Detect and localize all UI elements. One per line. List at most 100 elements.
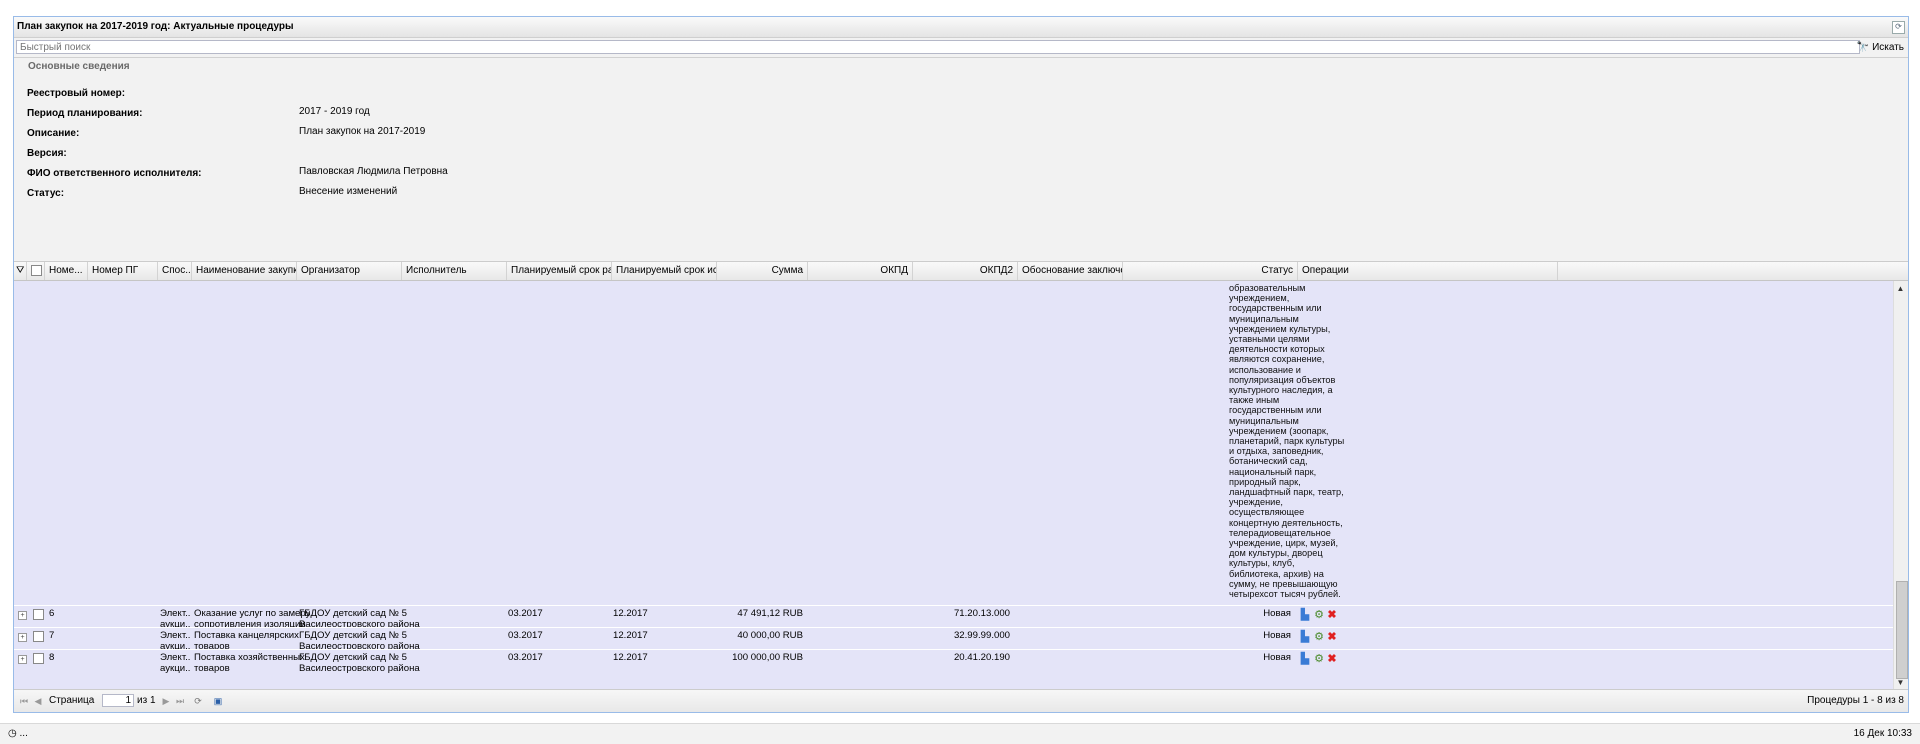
cell-status: Новая xyxy=(1263,653,1291,663)
search-input[interactable] xyxy=(16,40,1860,54)
cell-org-line1: ГБДОУ детский сад № 5 xyxy=(299,653,407,663)
expand-row-icon[interactable]: + xyxy=(18,611,27,620)
main-info-fieldset: Основные сведения Реестровый номер: Пери… xyxy=(14,57,1908,252)
delete-icon[interactable]: ✖ xyxy=(1326,609,1338,621)
col-header-reason[interactable]: Обоснование заключения xyxy=(1018,262,1123,280)
last-page-icon[interactable]: ⏭ xyxy=(174,695,186,707)
col-header-ops[interactable]: Операции xyxy=(1298,262,1558,280)
page-number-input[interactable]: 1 xyxy=(102,694,134,707)
field-label: ФИО ответственного исполнителя: xyxy=(27,168,202,179)
reason-line: являются сохранение, xyxy=(1229,354,1325,365)
reason-line: учреждение, цирк, музей, xyxy=(1229,538,1339,549)
col-header-status[interactable]: Статус xyxy=(1123,262,1298,280)
expanded-reason-text: образовательным учреждением, государстве… xyxy=(1229,283,1361,599)
pager-summary: Процедуры 1 - 8 из 8 xyxy=(1807,695,1904,706)
col-header-pg[interactable]: Номер ПГ xyxy=(88,262,158,280)
settings-icon[interactable]: ⚙ xyxy=(1313,653,1325,665)
cell-term2: 12.2017 xyxy=(613,631,648,641)
col-header-method[interactable]: Спос... xyxy=(158,262,192,280)
cell-okpd2: 20.41.20.190 xyxy=(953,653,1010,663)
refresh-page-icon[interactable]: ⟳ xyxy=(192,695,204,707)
expand-row-icon[interactable]: + xyxy=(18,633,27,642)
reason-line: популяризация объектов xyxy=(1229,374,1336,385)
reason-line: культуры, клуб, xyxy=(1229,558,1295,569)
col-header-okpd2[interactable]: ОКПД2 xyxy=(913,262,1018,280)
first-page-icon[interactable]: ⏮ xyxy=(18,695,30,707)
settings-icon[interactable]: ⚙ xyxy=(1313,631,1325,643)
scroll-thumb[interactable] xyxy=(1896,581,1908,679)
chart-icon[interactable]: ▙ xyxy=(1299,631,1311,643)
binoculars-icon: 🔭 xyxy=(1856,41,1870,53)
cell-name-line1: Поставка хозяйственных xyxy=(194,653,305,663)
col-header-name[interactable]: Наименование закупки xyxy=(192,262,297,280)
col-header-term2[interactable]: Планируемый срок испол... xyxy=(612,262,717,280)
cell-sum: 100 000,00 RUB xyxy=(732,653,803,663)
cell-sum: 40 000,00 RUB xyxy=(737,631,803,641)
cell-method-line1: Элект... xyxy=(160,631,190,641)
chart-icon[interactable]: ▙ xyxy=(1299,653,1311,665)
select-all-checkbox[interactable] xyxy=(27,262,45,280)
col-header-exec[interactable]: Исполнитель xyxy=(402,262,507,280)
next-page-icon[interactable]: ▶ xyxy=(160,695,172,707)
cell-term1: 03.2017 xyxy=(508,631,543,641)
reason-line: телерадиовещательное xyxy=(1229,527,1331,538)
cell-term1: 03.2017 xyxy=(508,653,543,663)
scroll-down-icon[interactable]: ▼ xyxy=(1896,678,1905,687)
procedures-grid: ⛛ Номе... Номер ПГ Спос... Наименование … xyxy=(14,261,1908,690)
filter-icon[interactable]: ⛛ xyxy=(14,262,27,280)
delete-icon[interactable]: ✖ xyxy=(1326,631,1338,643)
reason-line: учреждением (зоопарк, xyxy=(1229,425,1329,436)
save-icon[interactable]: ▣ xyxy=(212,695,224,707)
reason-line: учреждением, xyxy=(1229,293,1290,304)
reason-line: и отдыха, заповедник, xyxy=(1229,446,1324,457)
procurement-plan-panel: План закупок на 2017-2019 год: Актуальны… xyxy=(13,16,1909,713)
refresh-icon[interactable]: ⟳ xyxy=(1892,21,1905,34)
field-value: 2017 - 2019 год xyxy=(299,106,370,117)
row-checkbox[interactable] xyxy=(33,653,44,664)
prev-page-icon[interactable]: ◀ xyxy=(32,695,44,707)
reason-line: муниципальным xyxy=(1229,415,1299,426)
cell-method-line2: аукци... xyxy=(160,662,190,674)
col-header-okpd[interactable]: ОКПД xyxy=(808,262,913,280)
status-datetime: 16 Дек 10:33 xyxy=(1853,728,1912,739)
chart-icon[interactable]: ▙ xyxy=(1299,609,1311,621)
reason-line: осуществляющее xyxy=(1229,507,1305,518)
expand-row-icon[interactable]: + xyxy=(18,655,27,664)
col-header-term1[interactable]: Планируемый срок разме... xyxy=(507,262,612,280)
fieldset-legend: Основные сведения xyxy=(28,61,130,72)
row-checkbox[interactable] xyxy=(33,609,44,620)
col-header-org[interactable]: Организатор xyxy=(297,262,402,280)
reason-line: концертную деятельность, xyxy=(1229,517,1343,528)
reason-line: государственным или xyxy=(1229,405,1322,416)
reason-line: планетарий, парк культуры xyxy=(1229,436,1345,447)
vertical-scrollbar[interactable]: ▲ ▼ xyxy=(1893,281,1908,690)
reason-line: учреждение, xyxy=(1229,497,1283,508)
reason-line: дом культуры, дворец xyxy=(1229,548,1323,559)
pagination-toolbar: ⏮ ◀ Страница 1 из 1 ▶ ⏭ ⟳ ▣ Процедуры 1 … xyxy=(14,689,1908,712)
panel-titlebar: План закупок на 2017-2019 год: Актуальны… xyxy=(14,17,1908,38)
search-button-label: Искать xyxy=(1872,41,1904,53)
cell-method-line1: Элект... xyxy=(160,653,190,663)
cell-term2: 12.2017 xyxy=(613,653,648,663)
cell-status: Новая xyxy=(1263,631,1291,641)
cell-org-line1: ГБДОУ детский сад № 5 xyxy=(299,609,407,619)
reason-line: государственным или xyxy=(1229,303,1322,314)
scroll-up-icon[interactable]: ▲ xyxy=(1896,284,1905,293)
col-header-num[interactable]: Номе... xyxy=(45,262,88,280)
reason-line: сумму, не превышающую xyxy=(1229,578,1338,589)
cell-name-line1: Поставка канцелярских xyxy=(194,631,299,641)
table-row[interactable]: + 8 Элект... аукци... Поставка хозяйствен… xyxy=(14,649,1894,676)
page-count: из 1 xyxy=(137,695,156,706)
reason-line: четырехсот тысяч рублей. xyxy=(1229,589,1341,600)
row-checkbox[interactable] xyxy=(33,631,44,642)
delete-icon[interactable]: ✖ xyxy=(1326,653,1338,665)
field-label: Статус: xyxy=(27,188,65,199)
settings-icon[interactable]: ⚙ xyxy=(1313,609,1325,621)
col-header-sum[interactable]: Сумма xyxy=(717,262,808,280)
grid-body: образовательным учреждением, государстве… xyxy=(14,281,1894,690)
reason-line: национальный парк, xyxy=(1229,466,1317,477)
search-button[interactable]: 🔭 Искать xyxy=(1857,40,1904,54)
cell-num: 8 xyxy=(49,653,55,663)
cell-name: Поставка хозяйственных товаров xyxy=(194,653,305,674)
status-left: ◷ ... xyxy=(8,728,28,739)
